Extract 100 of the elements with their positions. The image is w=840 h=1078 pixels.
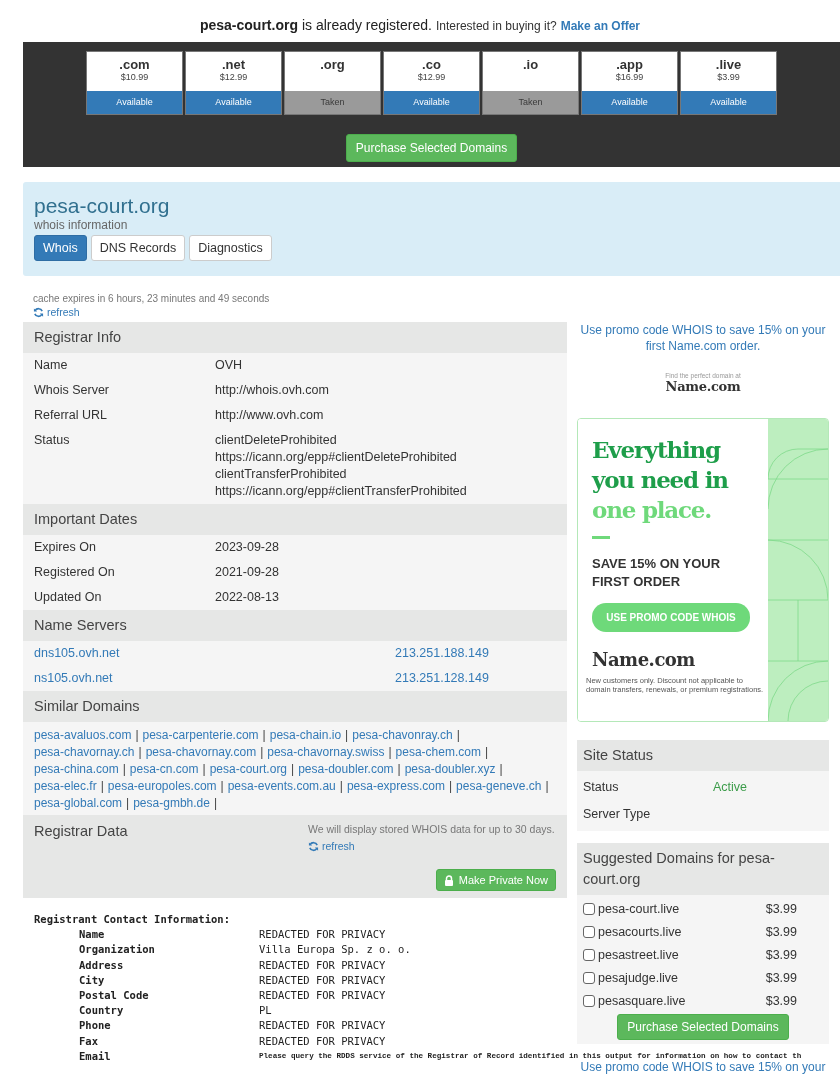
tld-card[interactable]: .io Taken	[482, 51, 579, 115]
make-offer-link[interactable]: Make an Offer	[560, 19, 641, 33]
similar-domain-link[interactable]: pesa-chavonray.ch	[352, 727, 453, 744]
link-separator: |	[448, 778, 453, 795]
status-value: Active	[713, 779, 748, 794]
notice-question: Interested in buying it?	[435, 19, 557, 33]
similar-domain-link[interactable]: pesa-cn.com	[129, 761, 199, 778]
similar-domain-link[interactable]: pesa-chavornay.swiss	[267, 744, 385, 761]
refresh-link[interactable]: refresh	[33, 305, 80, 319]
contact-label: Fax	[79, 1033, 99, 1049]
similar-domain-link[interactable]: pesa-carpenterie.com	[142, 727, 259, 744]
link-separator: |	[100, 778, 104, 795]
similar-domain-link[interactable]: pesa-express.com	[346, 778, 445, 795]
ad-offer: SAVE 15% ON YOUR FIRST ORDER	[592, 555, 722, 591]
link-separator: |	[262, 727, 266, 744]
checkbox[interactable]	[583, 948, 595, 961]
checkbox[interactable]	[583, 902, 595, 915]
link-separator: |	[126, 795, 130, 812]
similar-domain-link[interactable]: pesa-chavornay.com	[145, 744, 257, 761]
link-separator: |	[397, 761, 401, 778]
tld-card[interactable]: .live $3.99 Available	[680, 51, 777, 115]
tld-card[interactable]: .net $12.99 Available	[185, 51, 282, 115]
purchase-button[interactable]: Purchase Selected Domains	[345, 134, 518, 162]
tld-price: $16.99	[615, 72, 644, 82]
contact-label: Name	[79, 927, 106, 943]
make-private-button[interactable]: Make Private Now	[435, 869, 556, 891]
contact-value: REDACTED FOR PRIVACY	[259, 957, 386, 973]
section-header: Registrar Data	[34, 823, 128, 841]
promo-link[interactable]: Use promo code WHOIS to save 15% on your	[577, 1061, 829, 1074]
tld-extension: .org	[320, 58, 345, 72]
ip-link[interactable]: 213.251.128.149	[395, 666, 489, 691]
field-label: Expires On	[34, 539, 97, 556]
tld-card[interactable]: .com $10.99 Available	[86, 51, 183, 115]
similar-domain-link[interactable]: pesa-chem.com	[395, 744, 481, 761]
field-label: Whois Server	[34, 382, 111, 399]
link-separator: |	[291, 761, 295, 778]
similar-domain-link[interactable]: pesa-elec.fr	[34, 778, 97, 795]
domain-price: $3.99	[765, 993, 797, 1008]
similar-domain-link[interactable]: pesa-gmbh.de	[133, 795, 210, 812]
field-label: Status	[34, 432, 71, 449]
link-separator: |	[220, 778, 224, 795]
field-value: 2021-09-28	[215, 564, 279, 581]
tld-card[interactable]: .org Taken	[284, 51, 381, 115]
nameserver-link[interactable]: dns105.ovh.net	[34, 641, 395, 666]
similar-domain-link[interactable]: pesa-europoles.com	[107, 778, 217, 795]
similar-domain-link[interactable]: pesa-chain.io	[269, 727, 342, 744]
similar-domain-link[interactable]: pesa-china.com	[34, 761, 119, 778]
field-value: https://icann.org/epp#clientTransferProhibited	[215, 483, 467, 500]
section-header: Important Dates	[23, 504, 567, 535]
field-value: https://icann.org/epp#clientDeleteProhibited	[215, 449, 458, 466]
notice-text: is already registered.	[301, 17, 432, 33]
domain-price: $3.99	[765, 947, 797, 962]
link-separator: |	[545, 778, 549, 795]
field-label: Name	[34, 357, 69, 374]
suggested-domain: pesastreet.live	[598, 947, 679, 962]
domain-price: $3.99	[765, 924, 797, 939]
field-value: 2023-09-28	[215, 539, 279, 556]
checkbox[interactable]	[583, 994, 595, 1007]
tab[interactable]: Diagnostics	[189, 235, 272, 261]
tld-status: Taken	[483, 91, 578, 114]
similar-domain-link[interactable]: pesa-events.com.au	[227, 778, 336, 795]
stored-data-note: We will display stored WHOIS data for up to 30 days.	[308, 823, 555, 836]
tab[interactable]: DNS Records	[90, 235, 186, 261]
similar-domain-link[interactable]: pesa-avaluos.com	[34, 727, 132, 744]
similar-domain-link[interactable]: pesa-court.org	[209, 761, 288, 778]
field-value: http://whois.ovh.com	[215, 382, 329, 399]
ad-logo: Name.com	[592, 649, 696, 670]
similar-domain-link[interactable]: pesa-global.com	[34, 795, 123, 812]
link-separator: |	[260, 744, 264, 761]
contact-value: REDACTED FOR PRIVACY	[259, 1033, 386, 1049]
tld-status: Taken	[285, 91, 380, 114]
suggested-domain: pesasquare.live	[598, 993, 686, 1008]
purchase-button[interactable]: Purchase Selected Domains	[617, 1014, 789, 1040]
status-label: Status	[583, 779, 620, 794]
tld-price: $3.99	[717, 72, 740, 82]
tab[interactable]: Whois	[34, 235, 87, 261]
tld-card[interactable]: .co $12.99 Available	[383, 51, 480, 115]
tld-status: Available	[87, 91, 182, 114]
ip-link[interactable]: 213.251.188.149	[395, 641, 489, 666]
similar-domain-link[interactable]: pesa-chavornay.ch	[34, 744, 135, 761]
partner-logo[interactable]: Name.com	[665, 379, 741, 394]
link-separator: |	[339, 778, 343, 795]
checkbox[interactable]	[583, 971, 595, 984]
tld-extension: .app	[616, 58, 643, 72]
link-separator: |	[138, 744, 142, 761]
refresh-link[interactable]: refresh	[308, 839, 355, 853]
tld-status: Available	[681, 91, 776, 114]
similar-domain-link[interactable]: pesa-geneve.ch	[456, 778, 542, 795]
promo-link[interactable]: Use promo code WHOIS to save 15% on your first Name.com order.	[577, 322, 829, 354]
tld-card[interactable]: .app $16.99 Available	[581, 51, 678, 115]
checkbox[interactable]	[583, 925, 595, 938]
field-label: Referral URL	[34, 407, 108, 424]
tld-extension: .live	[715, 58, 742, 72]
suggested-domain: pesa-court.live	[598, 901, 680, 916]
link-separator: |	[499, 761, 503, 778]
nameserver-link[interactable]: ns105.ovh.net	[34, 666, 395, 691]
similar-domain-link[interactable]: pesa-doubler.com	[298, 761, 394, 778]
section-header: Name Servers	[23, 610, 567, 641]
tld-status: Available	[582, 91, 677, 114]
similar-domain-link[interactable]: pesa-doubler.xyz	[404, 761, 496, 778]
